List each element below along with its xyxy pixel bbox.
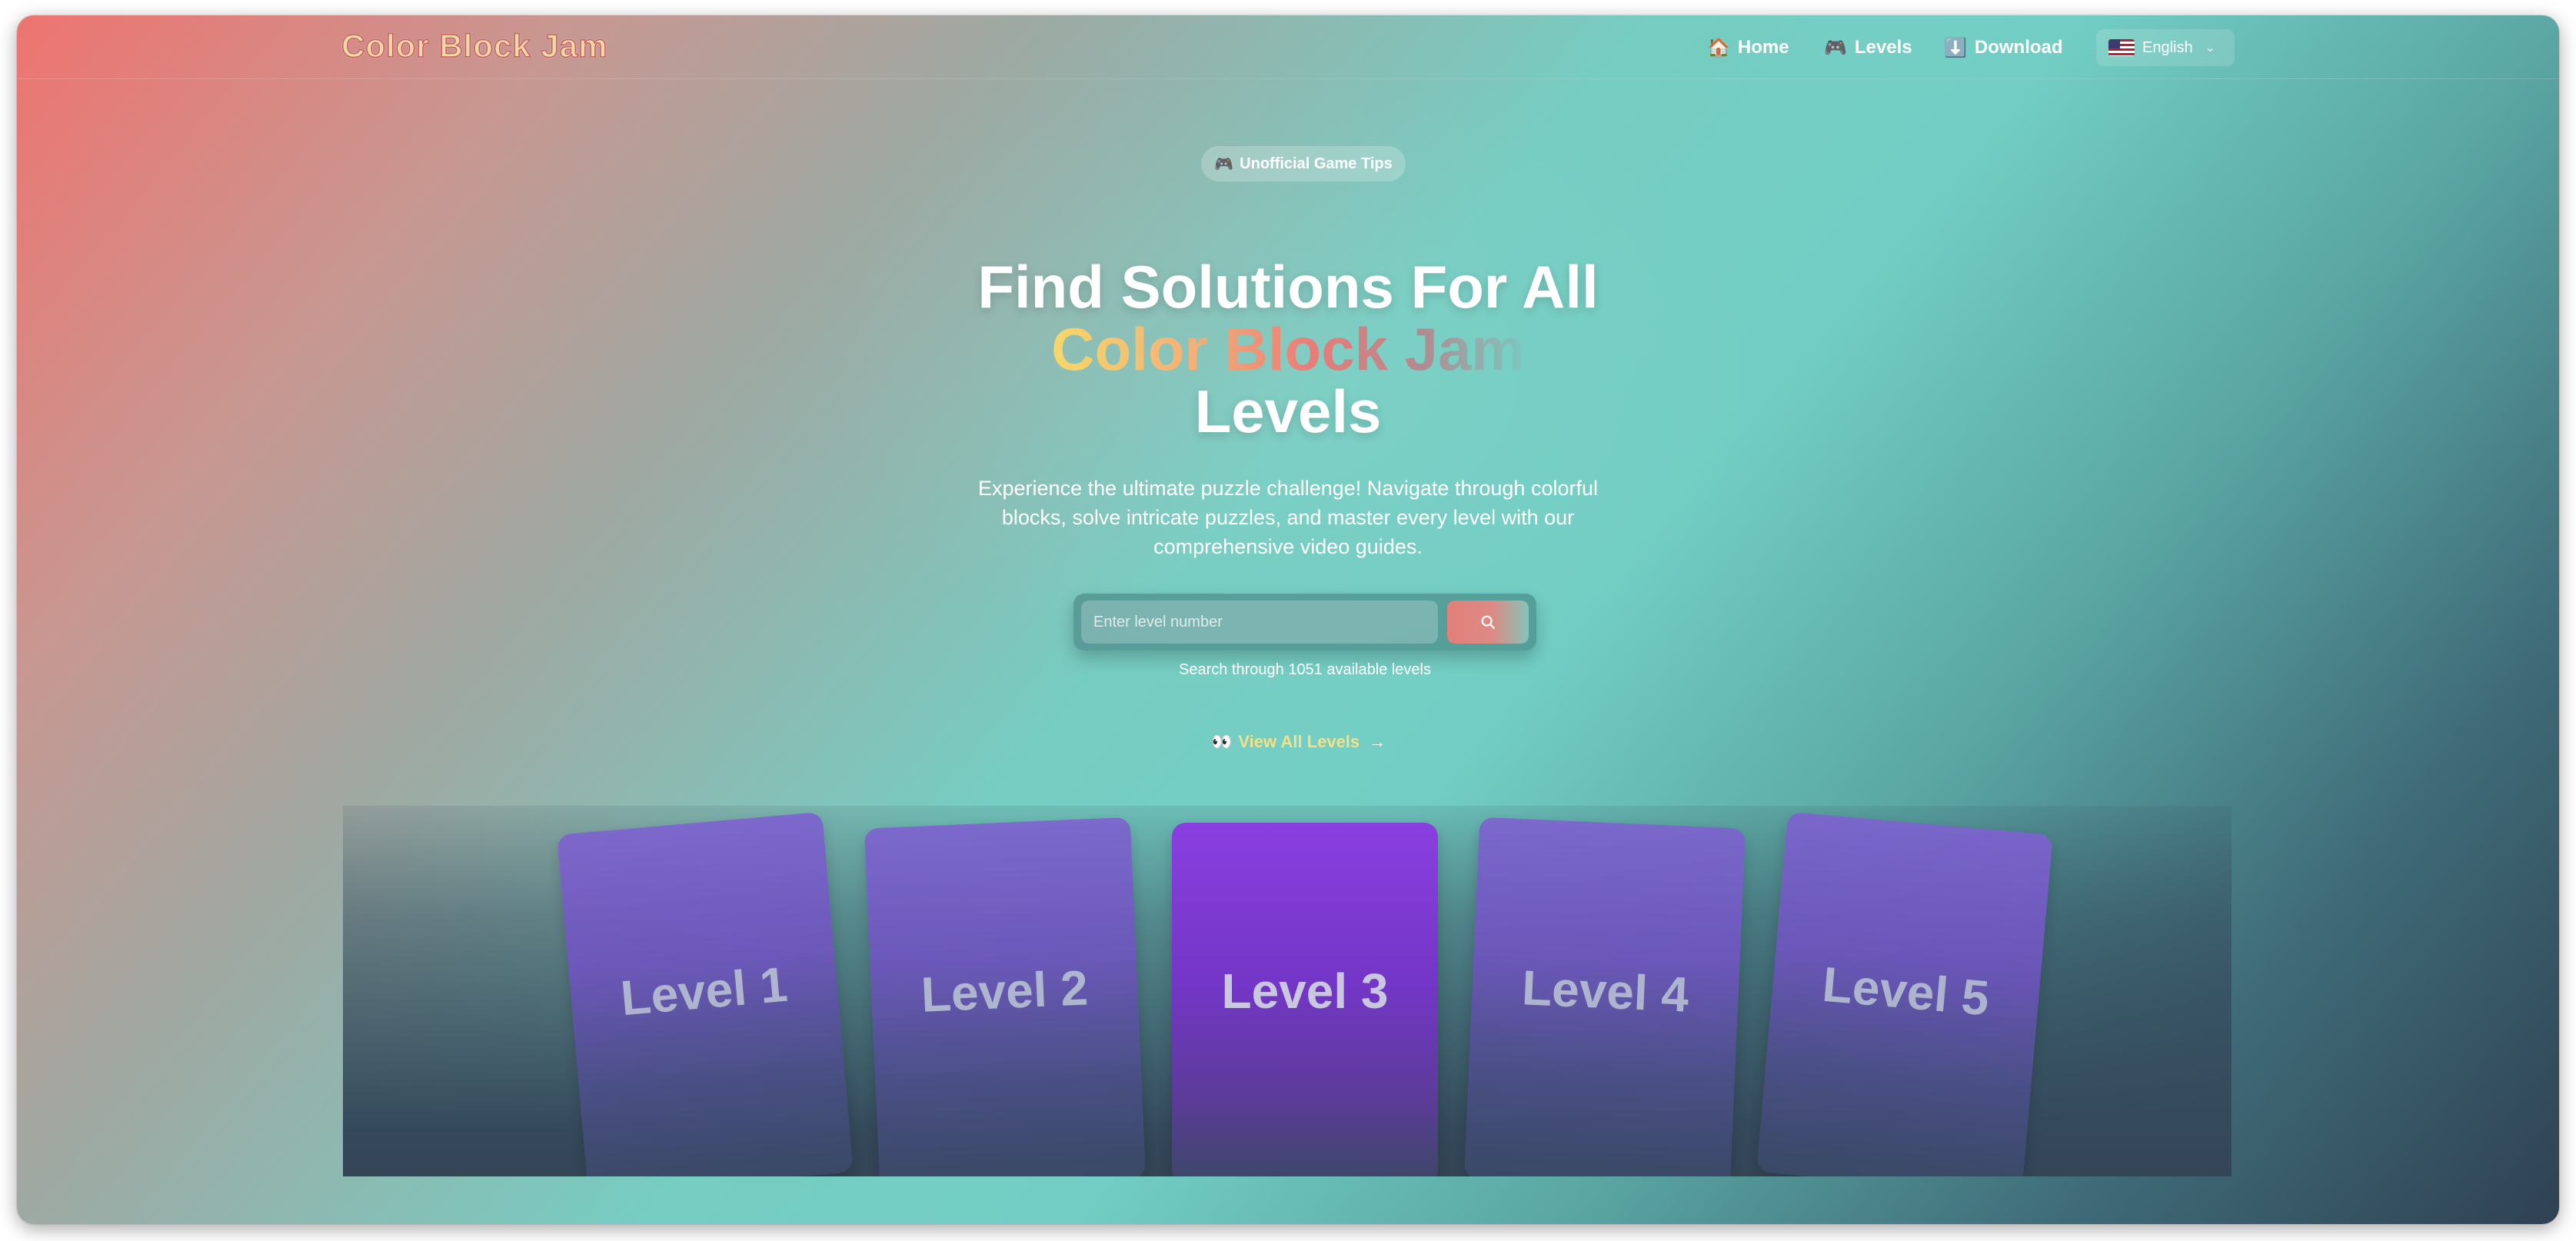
top-navbar: Color Block Jam 🏠 Home 🎮 Levels ⬇️ Downl… (17, 15, 2559, 79)
nav-home-link[interactable]: 🏠 Home (1707, 34, 1789, 62)
search-icon (1481, 615, 1495, 629)
home-icon: 🏠 (1707, 37, 1730, 58)
gamepad-icon: 🎮 (1214, 155, 1234, 173)
hero-title-line2: Color Block Jam (865, 318, 1711, 381)
language-selector[interactable]: English ⌄ (2096, 29, 2235, 66)
hero-subtitle: Experience the ultimate puzzle challenge… (978, 477, 1598, 558)
level-card-label: Level 5 (1820, 956, 1992, 1026)
nav-links: 🏠 Home 🎮 Levels ⬇️ Download English ⌄ (17, 29, 2559, 66)
unofficial-tips-badge: 🎮 Unofficial Game Tips (1201, 146, 1406, 181)
chevron-down-icon: ⌄ (2205, 42, 2216, 55)
gamepad-icon: 🎮 (1824, 37, 1847, 58)
search-button[interactable] (1447, 601, 1529, 644)
level-card-label: Level 3 (1221, 963, 1389, 1019)
level-card-label: Level 1 (618, 956, 790, 1026)
nav-levels-label: Levels (1854, 37, 1912, 58)
level-card-active[interactable]: Level 3 (1172, 823, 1438, 1176)
level-card[interactable]: Level 1 (557, 811, 854, 1176)
badge-label: Unofficial Game Tips (1240, 155, 1393, 172)
hero-title-line3: Levels (1194, 378, 1382, 445)
nav-home-label: Home (1737, 37, 1789, 58)
nav-download-link[interactable]: ⬇️ Download (1944, 34, 2063, 62)
language-label: English (2142, 38, 2193, 56)
level-card[interactable]: Level 2 (864, 817, 1147, 1176)
browser-window: Color Block Jam 🏠 Home 🎮 Levels ⬇️ Downl… (17, 15, 2559, 1224)
view-all-label: View All Levels (1238, 732, 1360, 751)
level-card[interactable]: Level 5 (1756, 811, 2053, 1176)
level-card-label: Level 4 (1520, 960, 1690, 1023)
level-cards-carousel: Level 1 Level 2 Level 3 Level 4 Level 5 (343, 806, 2232, 1176)
eyes-icon: 👀 (1211, 732, 1233, 751)
hero-title-highlight: Color Block Jam (1051, 315, 1525, 383)
hero-title-line1: Find Solutions For All (977, 253, 1599, 321)
nav-download-label: Download (1974, 37, 2063, 58)
search-hint: Search through 1051 available levels (1179, 661, 1431, 678)
arrow-right-icon: → (1369, 732, 1386, 751)
level-search-input[interactable] (1081, 601, 1438, 644)
view-all-levels-link[interactable]: 👀 View All Levels → (1211, 730, 1386, 754)
nav-levels-link[interactable]: 🎮 Levels (1824, 34, 1912, 62)
level-card-label: Level 2 (920, 960, 1090, 1023)
download-icon: ⬇️ (1944, 37, 1967, 58)
level-search-form (1073, 594, 1536, 650)
us-flag-icon (2108, 39, 2135, 56)
level-card[interactable]: Level 4 (1463, 817, 1746, 1176)
